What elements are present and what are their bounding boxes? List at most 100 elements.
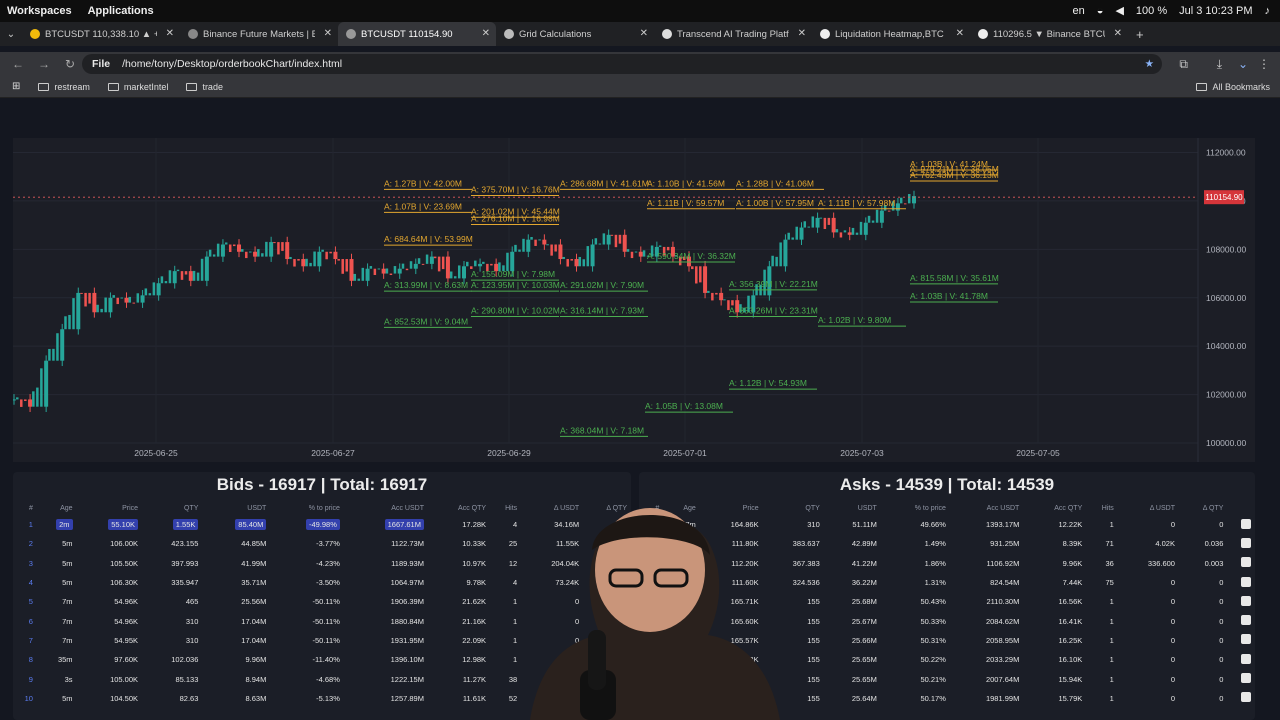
row-checkbox[interactable] — [1227, 592, 1255, 611]
asks-col-header[interactable]: Acc QTY — [1023, 501, 1086, 515]
extensions-icon[interactable]: ⧉ — [1179, 57, 1188, 72]
row-checkbox[interactable] — [1227, 534, 1255, 553]
x-tick-label: 2025-07-03 — [840, 448, 884, 458]
bookmark-restream[interactable]: restream — [38, 82, 90, 92]
candle — [594, 238, 598, 245]
applications-menu[interactable]: Applications — [88, 5, 154, 17]
clock[interactable]: Jul 3 10:23 PM — [1179, 5, 1252, 17]
address-bar[interactable]: File /home/tony/Desktop/orderbookChart/i… — [82, 54, 1162, 74]
bids-col-header[interactable]: % to price — [270, 501, 344, 515]
candle — [723, 299, 726, 301]
site-info-label[interactable]: File — [92, 58, 110, 70]
asks-cell: 16.41K — [1058, 616, 1083, 626]
bookmark-marketintel[interactable]: marketIntel — [107, 82, 168, 92]
row-checkbox[interactable] — [1227, 631, 1255, 650]
close-tab-icon[interactable]: ✕ — [640, 28, 648, 39]
workspaces-menu[interactable]: Workspaces — [7, 5, 72, 17]
row-checkbox[interactable] — [1227, 669, 1255, 688]
battery-indicator[interactable]: 100 % — [1136, 5, 1167, 17]
row-checkbox[interactable] — [1227, 554, 1255, 573]
checkbox-icon[interactable] — [1241, 557, 1251, 568]
bookmark-trade[interactable]: trade — [186, 82, 223, 92]
candle — [393, 266, 397, 274]
close-tab-icon[interactable]: ✕ — [798, 28, 806, 39]
asks-col-header[interactable]: % to price — [881, 501, 950, 515]
tab-1[interactable]: BTCUSDT 110,338.10 ▲ +1.37% ✕ — [22, 22, 180, 46]
checkbox-icon[interactable] — [1241, 634, 1251, 645]
forward-icon[interactable]: → — [36, 57, 52, 71]
bid-level-label: A: 356.39M | V: 22.21M — [729, 279, 818, 289]
bookmark-star-icon[interactable]: ★ — [1145, 58, 1154, 70]
bids-cell: 423.155 — [171, 539, 199, 549]
tab-7[interactable]: 110296.5 ▼ Binance BTCUSDT ✕ — [970, 22, 1128, 46]
bids-col-header[interactable]: USDT — [202, 501, 270, 515]
candle — [249, 251, 252, 253]
tab-3[interactable]: BTCUSDT 110154.90 ✕ — [338, 22, 496, 46]
bids-cell: 9 — [28, 674, 33, 684]
profile-icon[interactable]: ⌄ — [1238, 57, 1248, 71]
checkbox-icon[interactable] — [1241, 518, 1251, 529]
close-tab-icon[interactable]: ✕ — [1114, 28, 1122, 39]
apps-grid-icon[interactable]: ⊞ — [12, 81, 20, 92]
row-checkbox[interactable] — [1227, 573, 1255, 592]
tab-6[interactable]: Liquidation Heatmap,BTC Li ✕ — [812, 22, 970, 46]
bids-col-header[interactable]: Price — [77, 501, 143, 515]
checkbox-icon[interactable] — [1241, 653, 1251, 664]
candle — [871, 220, 875, 223]
all-bookmarks-link[interactable]: All Bookmarks — [1196, 82, 1270, 92]
asks-col-header[interactable]: Acc USDT — [950, 501, 1023, 515]
browser-menu-icon[interactable]: ⋮ — [1258, 57, 1270, 71]
bids-cell: -4.68% — [316, 674, 340, 684]
checkbox-icon[interactable] — [1241, 692, 1251, 703]
bids-col-header[interactable]: Acc USDT — [344, 501, 428, 515]
bids-col-header[interactable]: # — [13, 501, 37, 515]
row-checkbox[interactable] — [1227, 689, 1255, 708]
checkbox-icon[interactable] — [1241, 576, 1251, 587]
close-tab-icon[interactable]: ✕ — [482, 28, 490, 39]
address-url: /home/tony/Desktop/orderbookChart/index.… — [122, 58, 343, 70]
tab-favicon-icon — [662, 29, 672, 39]
asks-col-header[interactable]: USDT — [824, 501, 881, 515]
close-tab-icon[interactable]: ✕ — [956, 28, 964, 39]
tab-5[interactable]: Transcend AI Trading Platfor ✕ — [654, 22, 812, 46]
asks-cell: 36 — [1105, 558, 1114, 568]
close-tab-icon[interactable]: ✕ — [324, 28, 332, 39]
asks-cell: 1 — [1109, 693, 1114, 703]
row-checkbox[interactable] — [1227, 650, 1255, 669]
back-icon[interactable]: ← — [10, 57, 26, 71]
asks-col-header[interactable]: Δ QTY — [1179, 501, 1227, 515]
wifi-icon[interactable]: ◒ — [1097, 5, 1104, 17]
new-tab-button[interactable]: + — [1136, 27, 1144, 42]
bookmark-label: restream — [54, 81, 90, 92]
bids-col-header[interactable]: Hits — [490, 501, 521, 515]
row-checkbox[interactable] — [1227, 515, 1255, 534]
candle — [220, 244, 225, 257]
highlighted-value: 85.40M — [235, 519, 267, 531]
checkbox-icon[interactable] — [1241, 537, 1251, 548]
candle — [160, 276, 164, 284]
bids-col-header[interactable]: Age — [37, 501, 77, 515]
price-chart[interactable]: 112000.00110000.00108000.00106000.001040… — [12, 138, 1255, 462]
volume-icon[interactable]: ◀ — [1115, 4, 1123, 17]
checkbox-icon[interactable] — [1241, 615, 1251, 626]
tab-4[interactable]: Grid Calculations ✕ — [496, 22, 654, 46]
bids-col-header[interactable]: Acc QTY — [428, 501, 490, 515]
row-checkbox[interactable] — [1227, 611, 1255, 630]
asks-col-header[interactable]: Δ USDT — [1118, 501, 1179, 515]
language-indicator[interactable]: en — [1073, 5, 1085, 17]
bids-cell: 17.28K — [462, 520, 487, 530]
asks-col-header[interactable]: Hits — [1086, 501, 1118, 515]
ask-level-label: A: 684.64M | V: 53.99M — [384, 234, 473, 244]
tab-2[interactable]: Binance Future Markets | En ✕ — [180, 22, 338, 46]
tab-list-dropdown-icon[interactable]: ⌄ — [0, 29, 22, 40]
candle — [337, 259, 340, 261]
downloads-icon[interactable]: ⤓ — [1217, 57, 1222, 72]
bids-col-header[interactable]: QTY — [142, 501, 202, 515]
candle — [691, 266, 694, 270]
notification-bell-icon[interactable]: ♪ — [1265, 5, 1271, 17]
checkbox-icon[interactable] — [1241, 673, 1251, 684]
bids-cell: 1396.10M — [390, 655, 424, 665]
close-tab-icon[interactable]: ✕ — [166, 28, 174, 39]
checkbox-icon[interactable] — [1241, 595, 1251, 606]
reload-icon[interactable]: ↻ — [62, 57, 78, 71]
